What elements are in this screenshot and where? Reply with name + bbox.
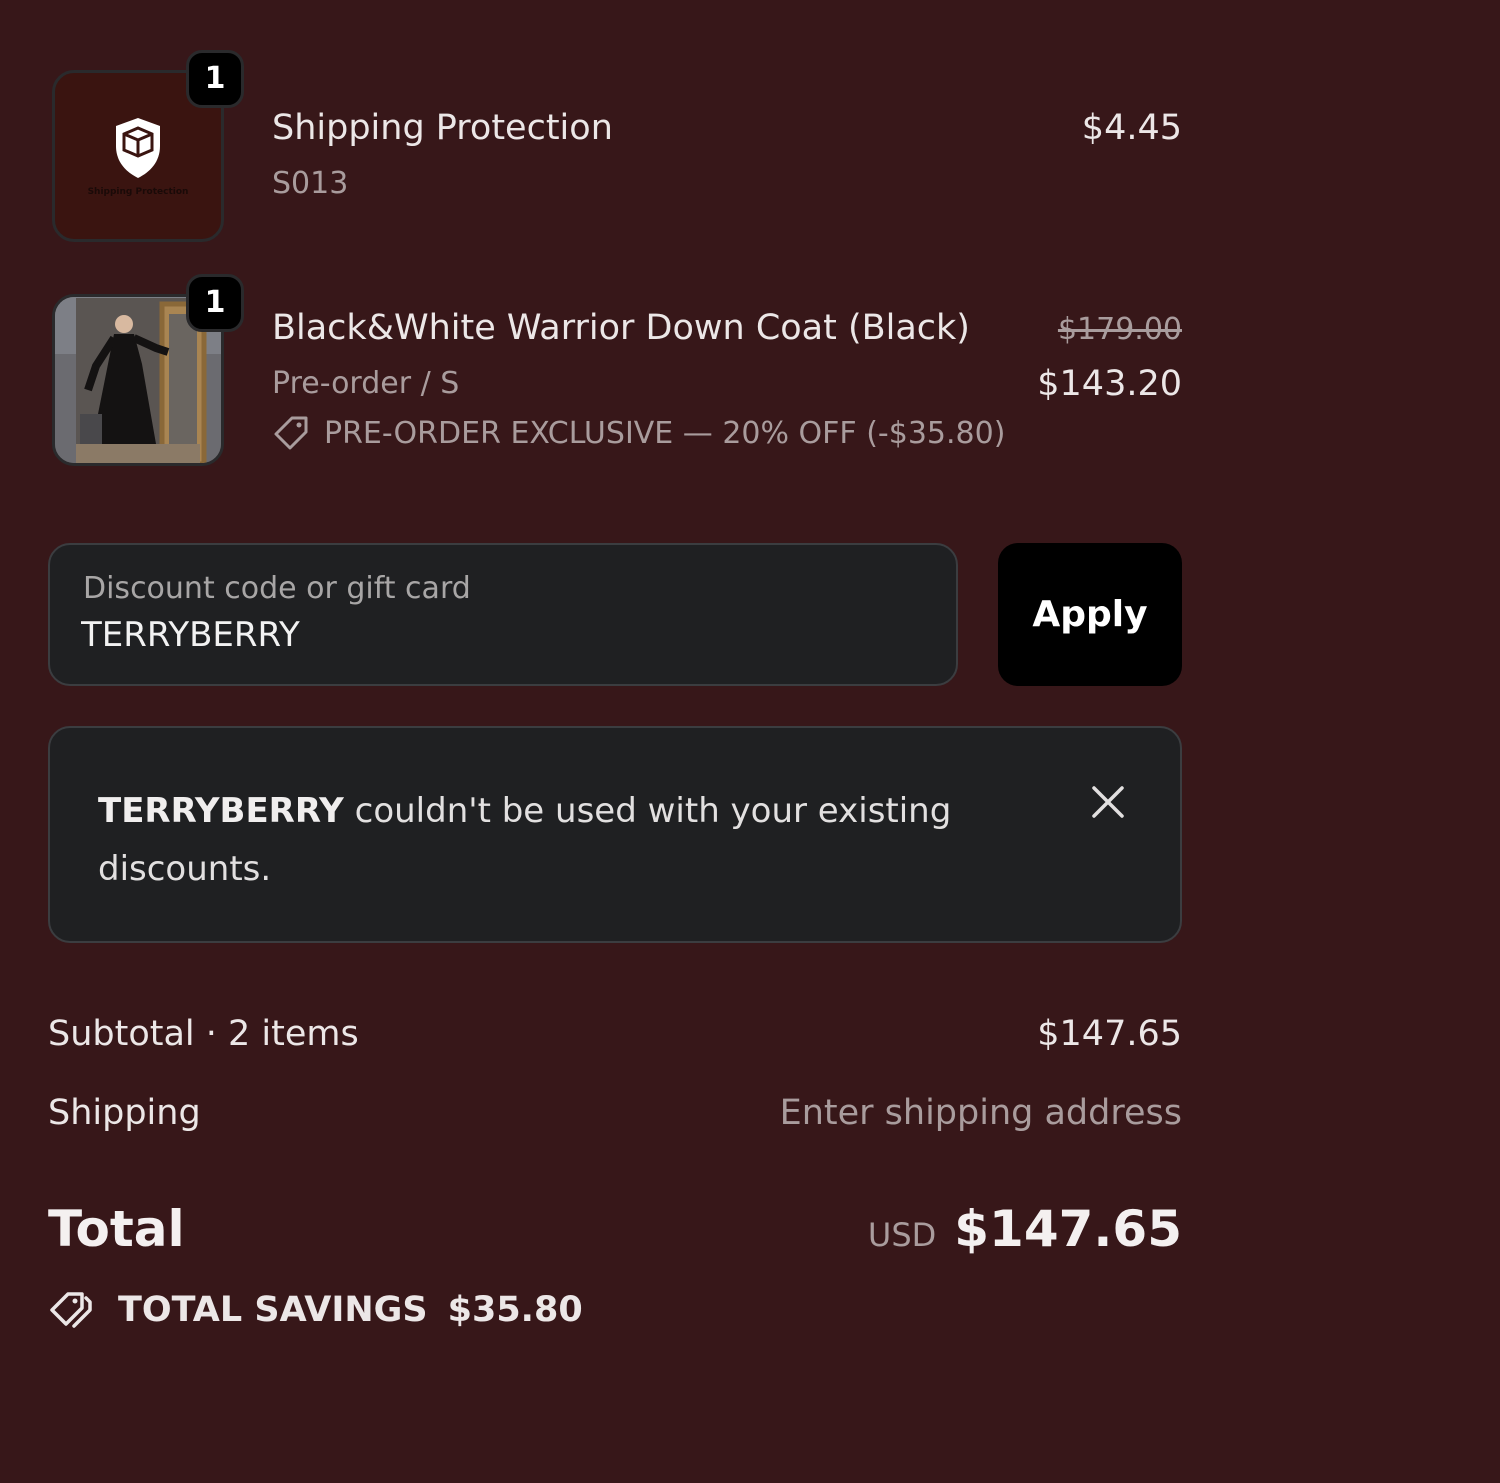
- item-sku: S013: [272, 166, 349, 201]
- discount-input[interactable]: [81, 615, 901, 655]
- item-title: Black&White Warrior Down Coat (Black): [272, 308, 970, 348]
- total-savings: TOTAL SAVINGS $35.80: [48, 1288, 583, 1332]
- shipping-value: Enter shipping address: [779, 1093, 1182, 1133]
- total-value: USD $147.65: [868, 1200, 1182, 1258]
- quantity-badge: 1: [186, 274, 244, 332]
- tag-icon: [274, 416, 308, 450]
- discount-text: PRE-ORDER EXCLUSIVE — 20% OFF (-$35.80): [324, 415, 1006, 451]
- discount-field[interactable]: Discount code or gift card: [48, 543, 958, 686]
- apply-button[interactable]: Apply: [998, 543, 1182, 686]
- total-label: Total: [48, 1200, 185, 1258]
- shipping-label: Shipping: [48, 1093, 201, 1133]
- total-amount: $147.65: [954, 1200, 1182, 1258]
- item-title: Shipping Protection: [272, 108, 613, 148]
- item-variant: Pre-order / S: [272, 366, 460, 401]
- quantity-badge: 1: [186, 50, 244, 108]
- savings-value: $35.80: [447, 1290, 583, 1330]
- discount-error-banner: TERRYBERRY couldn't be used with your ex…: [48, 726, 1182, 943]
- item-original-price: $179.00: [1057, 312, 1182, 347]
- item-price: $143.20: [1037, 364, 1182, 404]
- tags-icon: [50, 1292, 92, 1328]
- currency-code: USD: [867, 1216, 937, 1254]
- savings-label: TOTAL SAVINGS: [118, 1290, 428, 1330]
- banner-code: TERRYBERRY: [98, 791, 344, 831]
- close-icon[interactable]: [1086, 780, 1130, 824]
- item-price: $4.45: [1081, 108, 1182, 148]
- item-discount: PRE-ORDER EXCLUSIVE — 20% OFF (-$35.80): [272, 414, 1005, 452]
- banner-message: TERRYBERRY couldn't be used with your ex…: [98, 782, 998, 898]
- discount-field-label: Discount code or gift card: [83, 571, 471, 606]
- subtotal-value: $147.65: [1037, 1014, 1182, 1054]
- thumb-caption: Shipping Protection: [88, 187, 189, 197]
- subtotal-label: Subtotal · 2 items: [48, 1014, 359, 1054]
